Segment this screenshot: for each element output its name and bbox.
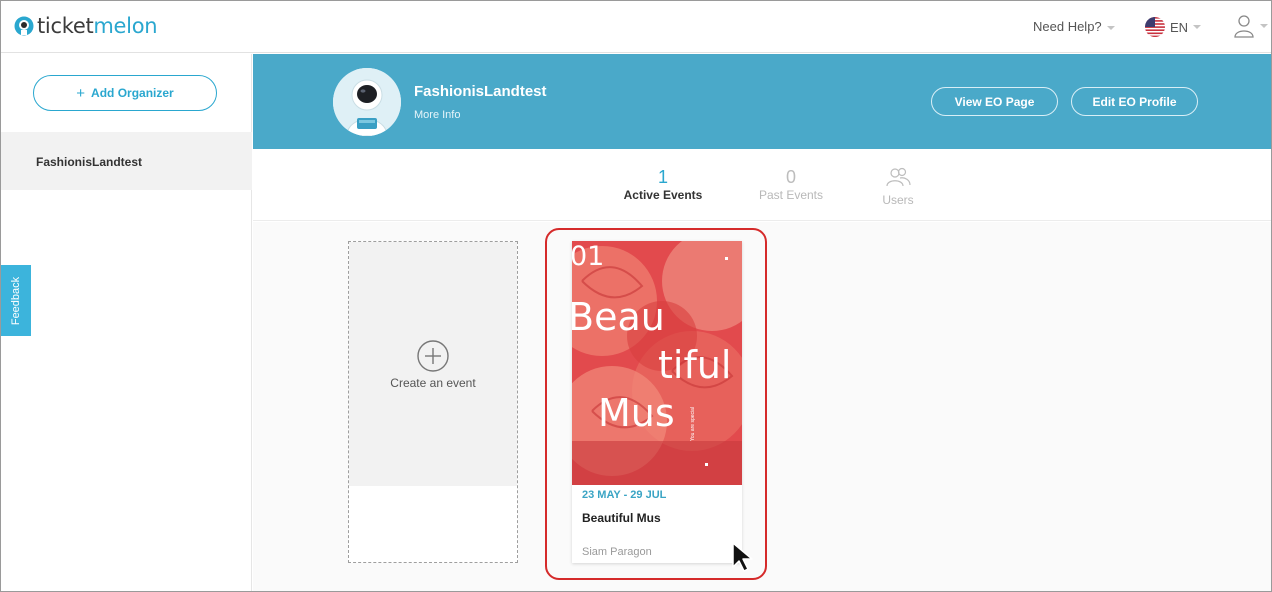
events-content: Create an event 01 Beau tiful Mus You ar… [253,222,1271,591]
add-organizer-button[interactable]: + Add Organizer [33,75,217,111]
poster-number: 01 [572,241,605,272]
user-icon [1234,15,1254,38]
add-organizer-label: Add Organizer [91,86,174,100]
organizer-banner: FashionisLandtest More Info View EO Page… [253,54,1271,149]
event-venue: Siam Paragon [582,546,652,558]
logo-text: ticketmelon [37,14,158,38]
past-events-count: 0 [785,167,796,187]
event-title[interactable]: Beautiful Mus [582,511,661,525]
mouse-pointer-icon [732,542,753,572]
need-help-label: Need Help? [1033,19,1102,34]
tab-past-events[interactable]: 0 Past Events [751,167,831,202]
active-events-label: Active Events [623,188,703,202]
organizer-sidebar: + Add Organizer FashionisLandtest [1,54,252,591]
poster-tagline: You are special [690,406,696,441]
poster-line-3: Mus [598,391,675,435]
tab-users[interactable]: Users [863,167,933,207]
plus-icon: + [76,84,86,102]
edit-eo-profile-button[interactable]: Edit EO Profile [1071,87,1198,116]
tab-active-events[interactable]: 1 Active Events [623,167,703,202]
language-selector[interactable]: EN [1145,17,1202,37]
user-account-menu[interactable] [1233,14,1268,38]
organizer-avatar [333,68,401,136]
astronaut-icon [333,68,401,136]
need-help-menu[interactable]: Need Help? [1033,19,1115,34]
organizer-name: FashionisLandtest [36,155,143,169]
past-events-label: Past Events [758,188,824,202]
event-card[interactable]: 01 Beau tiful Mus You are special 23 MAY… [572,241,742,563]
top-navbar: ticketmelon Need Help? EN [1,1,1271,53]
app-window: ticketmelon Need Help? EN + Add Organize… [0,0,1272,592]
language-label: EN [1170,19,1189,35]
users-label: Users [882,193,914,207]
event-date: 23 MAY - 29 JUL [582,489,667,501]
feedback-tab[interactable]: Feedback [1,265,31,336]
plus-circle-icon [417,340,449,372]
poster-line-2: tiful [658,343,732,387]
poster-dot-bottom [705,463,708,466]
more-info-link[interactable]: More Info [414,109,460,121]
logo-mark-icon [14,16,34,36]
chevron-down-icon [1106,25,1115,30]
create-event-label: Create an event [390,376,476,390]
create-event-card[interactable]: Create an event [348,241,518,563]
sidebar-item-organizer[interactable]: FashionisLandtest [1,132,252,190]
users-icon [886,167,911,187]
events-tabs: 1 Active Events 0 Past Events Users [253,149,1271,221]
feedback-label: Feedback [10,276,22,325]
organizer-title: FashionisLandtest [414,83,547,100]
event-poster: 01 Beau tiful Mus You are special [572,241,742,485]
view-eo-page-button[interactable]: View EO Page [931,87,1058,116]
active-events-count: 1 [657,167,668,187]
chevron-down-icon [1193,25,1202,29]
chevron-down-icon [1260,24,1268,28]
poster-dot-top [725,257,728,260]
us-flag-icon [1145,17,1165,37]
ticketmelon-logo[interactable]: ticketmelon [13,14,158,38]
poster-line-1: Beau [572,295,665,339]
